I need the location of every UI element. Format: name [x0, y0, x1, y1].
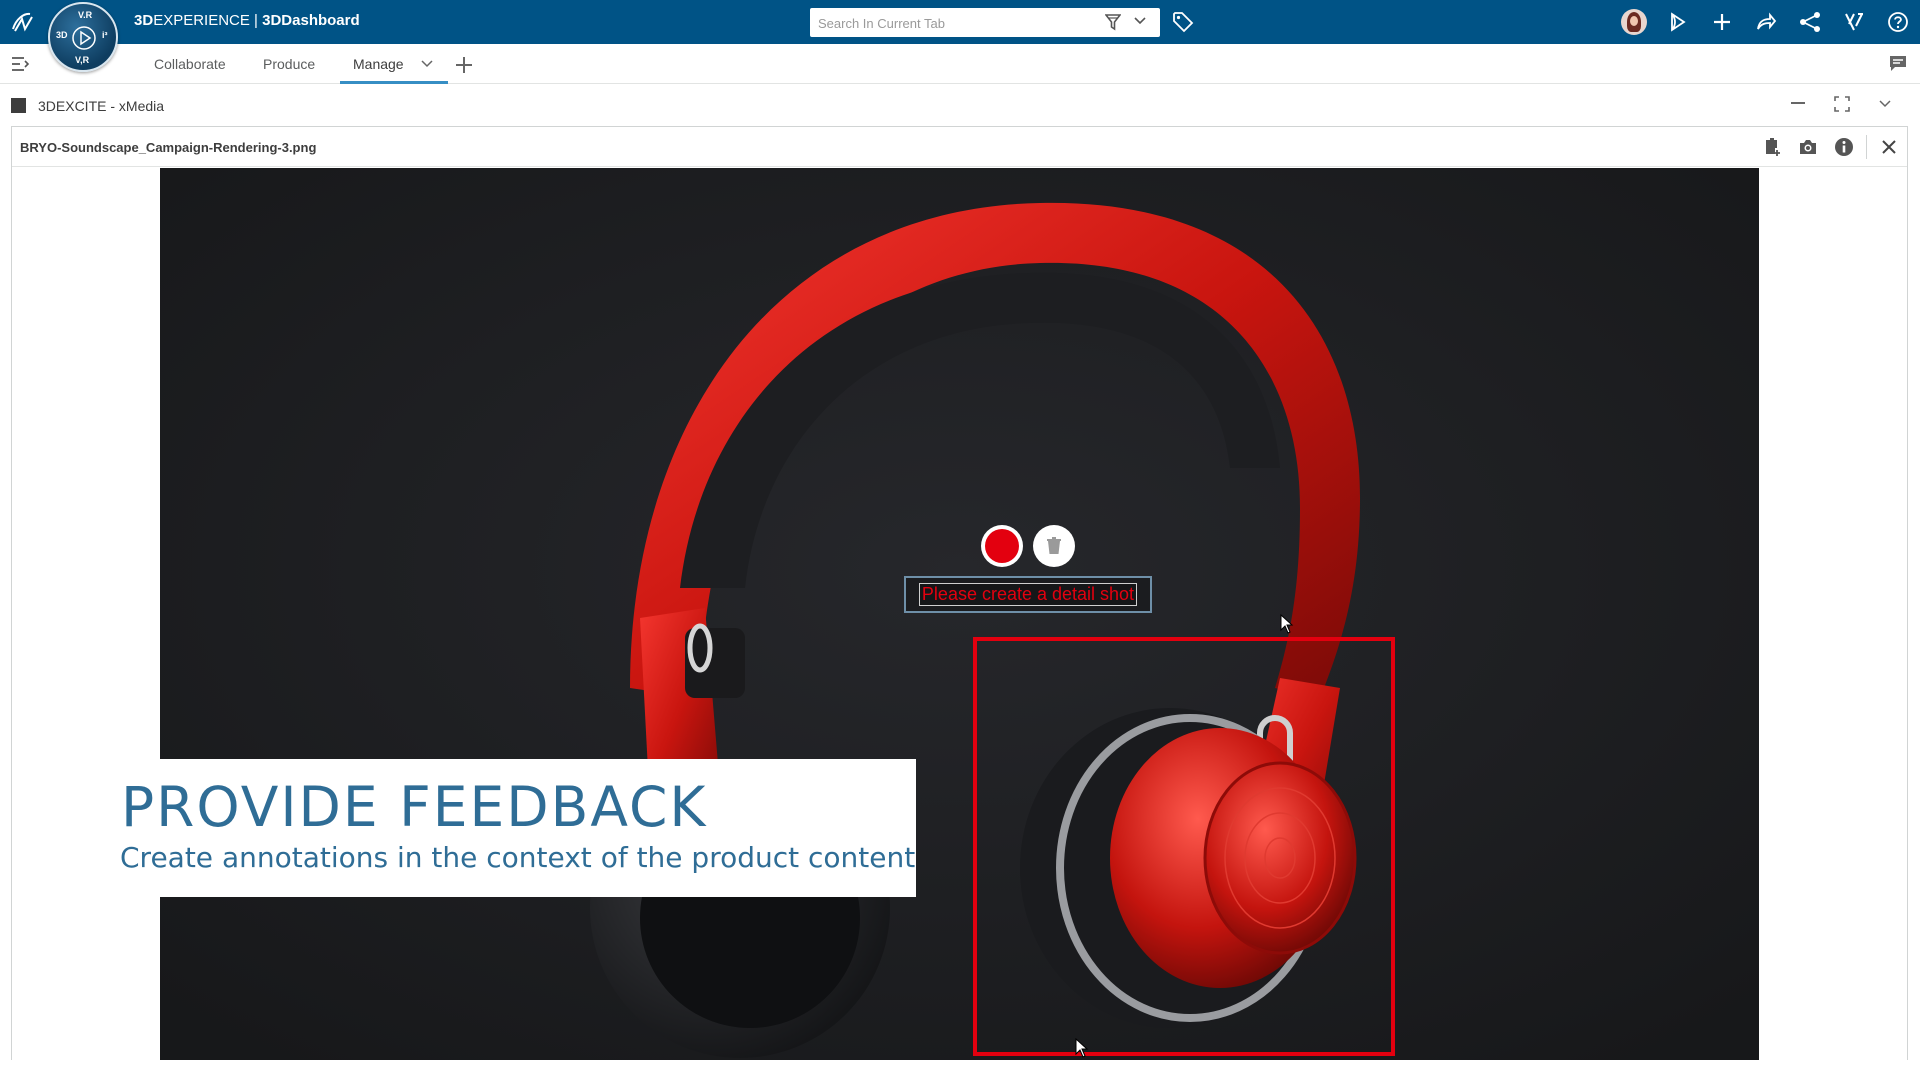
annotation-color-button[interactable] [981, 525, 1023, 567]
maximize-icon[interactable] [1834, 96, 1850, 112]
annotation-text-box[interactable]: Please create a detail shot [904, 576, 1152, 613]
search-box [810, 8, 1160, 37]
sidebar-toggle-icon[interactable] [10, 55, 30, 73]
top-right-toolbar [1612, 0, 1920, 44]
apps-button[interactable] [1832, 0, 1876, 44]
annotation-text: Please create a detail shot [918, 583, 1138, 606]
info-icon [1835, 138, 1853, 156]
headphones-image [160, 168, 1759, 1060]
top-bar: V.R 3D V,R i³ 3DEXPERIENCE | 3DDashboard [0, 0, 1920, 72]
overlay-title: PROVIDE FEEDBACK [121, 775, 708, 839]
chat-icon[interactable] [1888, 54, 1908, 72]
compass-button[interactable]: V.R 3D V,R i³ [48, 2, 118, 72]
dashboard-tab-bar: Collaborate Produce Manage [0, 44, 1920, 84]
forward-button[interactable] [1744, 0, 1788, 44]
help-button[interactable] [1876, 0, 1920, 44]
tab-collaborate[interactable]: Collaborate [154, 56, 226, 72]
widget-title: 3DEXCITE - xMedia [38, 98, 165, 114]
play-icon [72, 26, 96, 50]
delete-annotation-button[interactable] [1033, 525, 1075, 567]
trash-icon [1047, 537, 1061, 554]
chevron-down-icon[interactable] [421, 59, 433, 69]
close-icon [1882, 140, 1896, 154]
info-button[interactable] [1826, 127, 1862, 167]
camera-icon [1800, 140, 1816, 154]
widget-header: 3DEXCITE - xMedia [0, 84, 1920, 124]
mouse-cursor-icon [1280, 614, 1294, 634]
feedback-overlay-card: PROVIDE FEEDBACK Create annotations in t… [101, 759, 916, 897]
image-canvas[interactable] [160, 168, 1759, 1060]
chevron-down-icon[interactable] [1134, 16, 1146, 26]
share-button[interactable] [1656, 0, 1700, 44]
close-button[interactable] [1871, 127, 1907, 167]
search-input[interactable] [818, 13, 1088, 33]
overlay-subtitle: Create annotations in the context of the… [120, 841, 916, 874]
mouse-cursor-icon [1075, 1038, 1089, 1058]
viewer-toolbar [1754, 127, 1907, 167]
widget-menu-chevron-icon[interactable] [1879, 99, 1891, 109]
clipboard-add-icon [1766, 138, 1780, 156]
viewer-bottom-edge [0, 1060, 1920, 1080]
avatar[interactable] [1621, 9, 1647, 35]
network-button[interactable] [1788, 0, 1832, 44]
plus-icon [1714, 14, 1730, 30]
add-button[interactable] [1700, 0, 1744, 44]
tag-icon[interactable] [1172, 11, 1194, 33]
snapshot-button[interactable] [1790, 127, 1826, 167]
xmedia-app-icon [11, 98, 26, 113]
annotation-rectangle[interactable] [973, 637, 1395, 1056]
minimize-icon[interactable] [1791, 102, 1805, 104]
share-icon [1671, 12, 1686, 32]
user-menu[interactable] [1612, 0, 1656, 44]
forward-icon [1757, 12, 1777, 30]
file-name: BRYO-Soundscape_Campaign-Rendering-3.png [20, 140, 317, 155]
app-title: 3DEXPERIENCE | 3DDashboard [134, 12, 360, 29]
tab-produce[interactable]: Produce [263, 56, 315, 72]
file-bar: BRYO-Soundscape_Campaign-Rendering-3.png [12, 127, 1907, 167]
apps-icon [1845, 13, 1863, 31]
toolbar-divider [1866, 135, 1867, 159]
paste-button[interactable] [1754, 127, 1790, 167]
add-tab-icon[interactable] [455, 56, 473, 74]
tab-manage[interactable]: Manage [353, 56, 404, 72]
help-icon [1888, 12, 1908, 32]
ds-logo-icon[interactable] [6, 5, 40, 39]
filter-icon[interactable] [1105, 13, 1121, 31]
network-icon [1800, 12, 1820, 32]
